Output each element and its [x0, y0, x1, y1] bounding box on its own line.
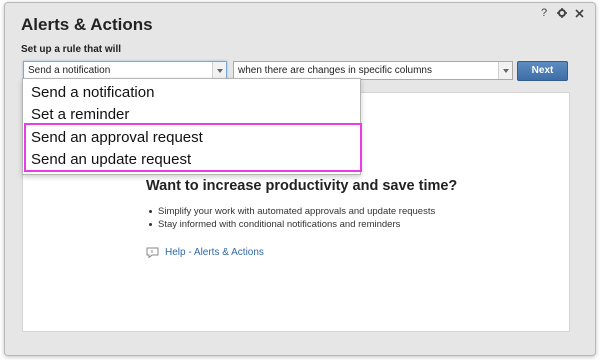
rule-label: Set up a rule that will — [21, 44, 122, 55]
close-icon[interactable] — [575, 8, 585, 18]
help-link[interactable]: Help - Alerts & Actions — [165, 247, 264, 258]
menu-item-send-notification[interactable]: Send a notification — [31, 84, 154, 102]
promo-bullet: Simplify your work with automated approv… — [148, 205, 435, 218]
menu-item-send-approval-request[interactable]: Send an approval request — [31, 129, 203, 147]
chevron-down-icon[interactable] — [212, 62, 226, 79]
help-row[interactable]: Help - Alerts & Actions — [146, 247, 264, 258]
dialog-title: Alerts & Actions — [21, 15, 153, 34]
action-dropdown-menu: Send a notification Set a reminder Send … — [22, 78, 361, 175]
action-select-value: Send a notification — [28, 65, 111, 76]
chevron-down-icon[interactable] — [498, 62, 512, 79]
gear-icon[interactable] — [557, 8, 567, 18]
promo-heading: Want to increase productivity and save t… — [146, 178, 458, 194]
next-button[interactable]: Next — [517, 61, 568, 81]
promo-list: Simplify your work with automated approv… — [148, 205, 435, 231]
help-icon[interactable]: ? — [539, 7, 549, 19]
title-bar-controls: ? — [539, 7, 585, 19]
menu-item-send-update-request[interactable]: Send an update request — [31, 151, 191, 169]
promo-bullet: Stay informed with conditional notificat… — [148, 218, 435, 231]
menu-item-set-reminder[interactable]: Set a reminder — [31, 106, 129, 124]
condition-select-value: when there are changes in specific colum… — [238, 65, 432, 76]
chat-bubble-icon — [146, 247, 159, 258]
